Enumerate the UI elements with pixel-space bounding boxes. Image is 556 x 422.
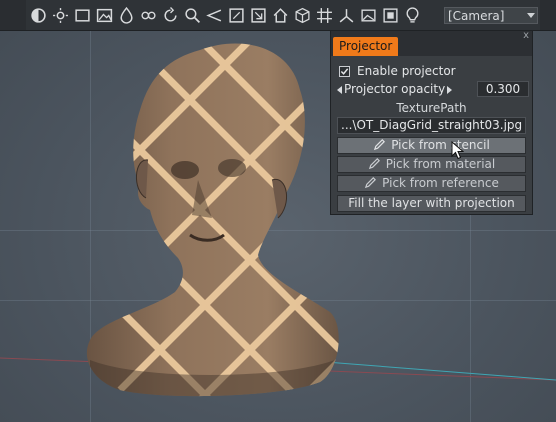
toolbar: [Camera] bbox=[0, 0, 556, 31]
frame-icon[interactable] bbox=[227, 6, 246, 25]
opacity-label-group[interactable]: Projector opacity bbox=[337, 81, 453, 97]
pick-from-material-button[interactable]: Pick from material bbox=[337, 156, 526, 173]
y-axis-line bbox=[299, 359, 556, 381]
texture-path-field[interactable]: ...\OT_DiagGrid_straight03.jpg bbox=[337, 117, 526, 134]
transform-icon[interactable] bbox=[139, 6, 158, 25]
texture-path-label: TexturePath bbox=[396, 101, 467, 115]
perspective-icon[interactable] bbox=[205, 6, 224, 25]
pick-from-reference-button[interactable]: Pick from reference bbox=[337, 175, 526, 192]
pick-from-stencil-button[interactable]: Pick from stencil bbox=[337, 137, 526, 154]
projector-panel: Projector x Enable projector Projector o… bbox=[330, 30, 533, 215]
opacity-input[interactable]: 0.300 bbox=[477, 81, 529, 97]
opacity-label: Projector opacity bbox=[344, 82, 446, 96]
decrease-arrow-icon[interactable] bbox=[337, 85, 342, 94]
opacity-row: Projector opacity 0.300 bbox=[337, 81, 529, 97]
panel-header: Projector x bbox=[331, 31, 532, 56]
pencil-icon bbox=[365, 177, 377, 189]
fill-layer-button[interactable]: Fill the layer with projection bbox=[337, 195, 526, 212]
home-icon[interactable] bbox=[271, 6, 290, 25]
fit-icon[interactable] bbox=[249, 6, 268, 25]
increase-arrow-icon[interactable] bbox=[447, 85, 453, 94]
grid-icon[interactable] bbox=[315, 6, 334, 25]
panel-title-tab[interactable]: Projector bbox=[333, 37, 399, 56]
toolbar-edge-right bbox=[540, 0, 556, 30]
pick-from-reference-label: Pick from reference bbox=[382, 176, 499, 190]
image-icon[interactable] bbox=[95, 6, 114, 25]
frame2-icon[interactable] bbox=[381, 6, 400, 25]
cube-icon[interactable] bbox=[293, 6, 312, 25]
check-icon bbox=[340, 67, 349, 75]
pencil-icon bbox=[374, 139, 386, 151]
pencil-icon bbox=[368, 158, 380, 170]
contrast-icon[interactable] bbox=[29, 6, 48, 25]
zoom-icon[interactable] bbox=[183, 6, 202, 25]
light-icon[interactable] bbox=[51, 6, 70, 25]
enable-projector-label: Enable projector bbox=[357, 64, 456, 78]
bulb-icon[interactable] bbox=[403, 6, 422, 25]
rotate-icon[interactable] bbox=[161, 6, 180, 25]
image-small-icon[interactable] bbox=[359, 6, 378, 25]
rect-select-icon[interactable] bbox=[73, 6, 92, 25]
enable-projector-checkbox[interactable] bbox=[339, 65, 350, 77]
camera-select[interactable]: [Camera] bbox=[444, 7, 538, 24]
pick-from-material-label: Pick from material bbox=[385, 157, 496, 171]
toolbar-edge bbox=[0, 0, 26, 30]
close-icon[interactable]: x bbox=[523, 31, 529, 41]
pick-from-stencil-label: Pick from stencil bbox=[391, 138, 490, 152]
mouse-cursor-icon bbox=[451, 141, 464, 160]
camera-select-value: [Camera] bbox=[448, 9, 505, 23]
enable-projector-row[interactable]: Enable projector bbox=[339, 63, 456, 79]
axes-icon[interactable] bbox=[337, 6, 356, 25]
chevron-down-icon bbox=[527, 13, 535, 18]
droplet-icon[interactable] bbox=[117, 6, 136, 25]
